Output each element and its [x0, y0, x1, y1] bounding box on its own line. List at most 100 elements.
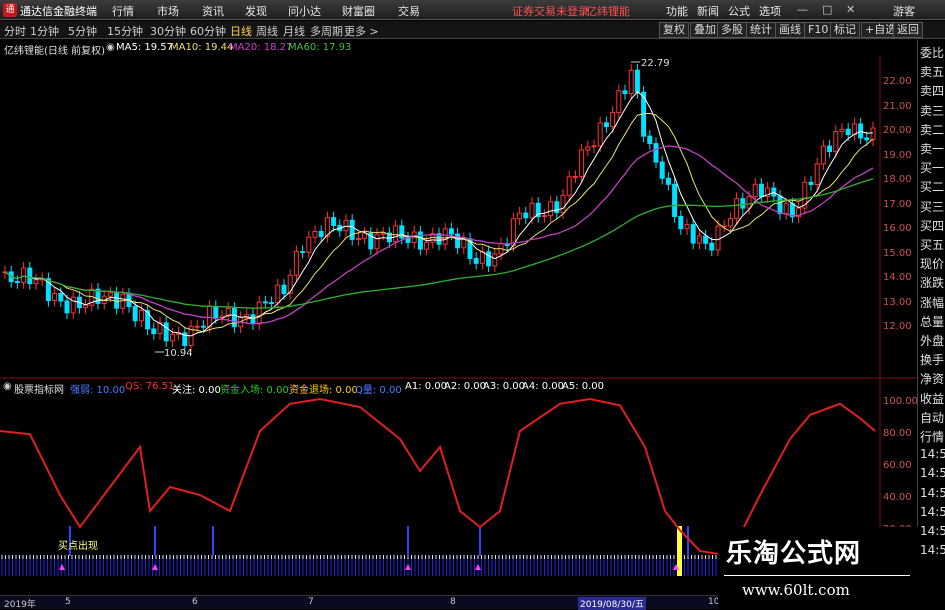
login-status[interactable]: 证券交易未登录	[512, 3, 589, 19]
indicator-value: 关注: 0.00	[172, 385, 221, 396]
candle-body	[845, 128, 851, 136]
candle-body	[591, 145, 597, 148]
menu-item-wealth[interactable]: 财富圈	[342, 3, 375, 19]
period-tab-multi[interactable]: 多周期	[310, 23, 343, 39]
period-bar: 分时 1分钟 5分钟 15分钟 30分钟 60分钟 日线 周线 月线 多周期 更…	[0, 21, 945, 39]
watermark-divider	[724, 575, 910, 576]
buy-signal-triangle	[59, 564, 65, 570]
price-tick: 13.00	[883, 297, 912, 308]
menu-item-options[interactable]: 选项	[759, 3, 781, 19]
quote-panel-item: 买三	[920, 199, 945, 214]
maximize-icon[interactable]: □	[822, 3, 832, 16]
cursor-date-label: 2019/08/30/五	[578, 597, 646, 610]
candle-body	[703, 235, 709, 244]
candle-body	[492, 253, 498, 267]
ind-tick: 80.00	[883, 428, 912, 439]
chart-title: 亿纬锂能(日线 前复权)	[4, 46, 105, 57]
watermark-url: www.60lt.com	[742, 581, 850, 599]
close-icon[interactable]: ✕	[846, 3, 855, 16]
candle-body	[814, 163, 820, 185]
menu-item-discover[interactable]: 发现	[245, 3, 267, 19]
quote-panel-item: 卖一	[920, 142, 945, 156]
candle-body	[727, 218, 733, 227]
candle-body	[362, 232, 368, 239]
candle-body	[200, 325, 206, 328]
quote-panel-item: 自动	[920, 410, 945, 425]
f10-button[interactable]: F10	[804, 22, 833, 38]
candle-body	[696, 235, 702, 244]
menu-item-exchange[interactable]: 市场	[157, 3, 179, 19]
period-tab-15min[interactable]: 15分钟	[107, 23, 143, 39]
stock-name: 亿纬锂能	[586, 5, 630, 18]
main-chart-header: 亿纬锂能(日线 前复权) ◉ MA5: 19.57 MA10: 19.44 MA…	[0, 40, 880, 57]
settings-icon[interactable]: ◉	[106, 42, 115, 53]
candlestick-series	[2, 64, 876, 352]
candle-body	[851, 123, 857, 136]
candle-body	[659, 161, 665, 179]
quote-panel-item: 14:50	[920, 504, 945, 519]
candle-body	[293, 251, 299, 276]
back-button[interactable]: 返回	[893, 22, 923, 38]
candle-body	[684, 224, 690, 230]
indicator-name[interactable]: 股票指标网	[14, 381, 64, 396]
menu-item-formula[interactable]: 公式	[728, 3, 750, 19]
period-tab-60min[interactable]: 60分钟	[190, 23, 226, 39]
mark-button[interactable]: 标记	[830, 22, 860, 38]
candle-body	[486, 251, 492, 267]
high-marker: 22.79	[631, 58, 670, 69]
candle-body	[163, 322, 169, 342]
statistics-button[interactable]: 统计	[746, 22, 776, 38]
period-tab-daily[interactable]: 日线	[230, 23, 252, 39]
menu-item-news[interactable]: 资讯	[202, 3, 224, 19]
chart-area[interactable]: 22.79 10.94 22.00 21.00 20.00 19.00 18.0…	[0, 56, 917, 596]
menu-item-news2[interactable]: 新闻	[697, 3, 719, 19]
candle-body	[672, 183, 678, 217]
quote-panel-item: 卖三	[920, 103, 945, 118]
price-tick: 20.00	[883, 125, 912, 136]
quote-panel-item: 14:50	[920, 447, 945, 462]
quote-panel-item: 换手	[920, 353, 945, 368]
quote-panel-item: 收益	[920, 391, 945, 406]
indicator-value: QS: 76.51	[125, 381, 175, 392]
candle-body	[21, 267, 27, 284]
period-tab-5min[interactable]: 5分钟	[68, 23, 97, 39]
candle-body	[603, 122, 609, 128]
multi-stock-button[interactable]: 多股	[717, 22, 747, 38]
app-title: 通达信金融终端	[20, 5, 97, 18]
guest-label[interactable]: 游客	[893, 3, 915, 19]
quote-panel: 委比 卖五 卖四 卖三 卖二 卖一 买一 买二 买三 买四 买五 现价 涨跌 涨幅 总量 外盘 换手 净资 收益 自动…	[917, 40, 945, 609]
indicator-settings-icon[interactable]: ◉	[3, 381, 12, 392]
overlay-button[interactable]: 叠加	[690, 22, 720, 38]
period-tab-more[interactable]: 更多 >	[344, 23, 379, 39]
menu-item-function[interactable]: 功能	[666, 3, 688, 19]
period-tab-intraday[interactable]: 分时	[4, 23, 26, 39]
candle-body	[647, 135, 653, 145]
indicator-value: 强弱: 10.00	[70, 385, 126, 396]
menu-item-trade[interactable]: 交易	[398, 3, 420, 19]
period-tab-1min[interactable]: 1分钟	[30, 23, 59, 39]
period-tab-monthly[interactable]: 月线	[283, 23, 305, 39]
candle-body	[839, 128, 845, 132]
minimize-icon[interactable]: —	[797, 3, 808, 16]
price-tick: 12.00	[883, 321, 912, 332]
ma10-line	[4, 112, 874, 333]
restore-rights-button[interactable]: 复权	[659, 22, 689, 38]
candle-body	[541, 215, 547, 218]
candle-body	[27, 267, 33, 285]
indicator-value: A3: 0.00	[483, 381, 526, 392]
candle-body	[709, 242, 715, 251]
period-tab-30min[interactable]: 30分钟	[150, 23, 186, 39]
menu-item-ask[interactable]: 问小达	[288, 3, 321, 19]
quote-panel-item: 总量	[920, 314, 945, 329]
period-tab-weekly[interactable]: 周线	[256, 23, 278, 39]
candle-body	[300, 251, 306, 254]
candle-body	[306, 236, 312, 253]
candle-body	[207, 305, 213, 328]
price-tick: 15.00	[883, 248, 912, 259]
candle-body	[783, 203, 789, 215]
menu-item-market[interactable]: 行情	[112, 3, 134, 19]
indicator-header: ◉ 股票指标网 强弱: 10.00 QS: 76.51 关注: 0.00 资金入…	[0, 379, 880, 396]
buy-point-annotation: 买点出现	[58, 539, 98, 552]
date-label: 7	[308, 597, 314, 607]
draw-line-button[interactable]: 画线	[775, 22, 805, 38]
